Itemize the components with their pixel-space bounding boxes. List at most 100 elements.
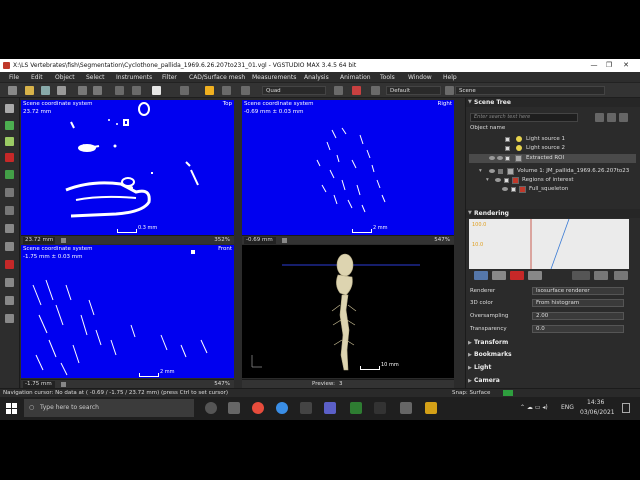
select-tool-icon[interactable] <box>115 86 124 95</box>
chrome-icon[interactable] <box>252 402 264 414</box>
photos-icon[interactable] <box>400 402 412 414</box>
preset-icon-1[interactable] <box>474 271 488 280</box>
transfer-function-graph[interactable]: 100.0 10.0 <box>469 219 629 269</box>
text-tool-icon[interactable] <box>5 296 14 305</box>
measure-tool-icon[interactable] <box>222 86 231 95</box>
tree-item-regions-of-interest[interactable]: ▾ Regions of interest <box>469 176 636 185</box>
menu-cad-surface-mesh[interactable]: CAD/Surface mesh <box>189 74 245 81</box>
slider-icon[interactable] <box>61 238 66 243</box>
viewport-right[interactable]: Scene coordinate system -0.69 mm ± 0.03 … <box>242 100 454 235</box>
edge-icon[interactable] <box>276 402 288 414</box>
task-view-icon[interactable] <box>228 402 240 414</box>
brush-tool-icon[interactable] <box>5 121 14 130</box>
menu-instruments[interactable]: Instruments <box>116 74 152 81</box>
visibility-checkbox[interactable] <box>505 137 510 142</box>
tree-item-volume-1[interactable]: ▾ Volume 1: JM_pallida_1969.6.26.207to23 <box>469 167 636 176</box>
menu-filter[interactable]: Filter <box>162 74 177 81</box>
menu-tools[interactable]: Tools <box>380 74 395 81</box>
redo-icon[interactable] <box>93 86 102 95</box>
navigate-tool-icon[interactable] <box>152 86 161 95</box>
polygon-tool-icon[interactable] <box>5 206 14 215</box>
file-explorer-icon[interactable] <box>425 402 437 414</box>
preset-icon-2[interactable] <box>492 271 506 280</box>
eye-icon[interactable] <box>495 178 501 182</box>
preview-value[interactable]: 3 <box>339 381 343 387</box>
filter-icon[interactable] <box>595 113 604 122</box>
visibility-checkbox[interactable] <box>505 146 510 151</box>
scene-tree-header[interactable]: ▼ Scene Tree <box>466 98 640 107</box>
visibility-checkbox[interactable] <box>505 156 510 161</box>
close-icon[interactable]: ✕ <box>620 61 632 70</box>
lock-icon[interactable] <box>489 156 495 160</box>
line-tool-icon[interactable] <box>5 278 14 287</box>
clock-date[interactable]: 03/06/2021 <box>580 409 615 416</box>
menu-file[interactable]: File <box>9 74 19 81</box>
expand-icon[interactable] <box>607 113 616 122</box>
tray-icons[interactable]: ⌃ ☁ ▭ ◂) <box>520 404 548 411</box>
section-light[interactable]: ▶ Light <box>466 363 640 373</box>
layout-select[interactable]: Quad <box>262 86 326 95</box>
cut-tool-icon[interactable] <box>5 260 14 269</box>
save-icon[interactable] <box>41 86 50 95</box>
rendering-header[interactable]: ▼ Rendering <box>466 209 640 218</box>
section-camera[interactable]: ▶ Camera <box>466 376 640 386</box>
slider-icon[interactable] <box>282 238 287 243</box>
preset-icon-4[interactable] <box>528 271 542 280</box>
erase-tool-icon[interactable] <box>5 153 14 162</box>
menu-animation[interactable]: Animation <box>340 74 371 81</box>
eye-icon[interactable] <box>502 187 508 191</box>
pan-tool-icon[interactable] <box>132 86 141 95</box>
slider-icon[interactable] <box>61 382 66 387</box>
language-indicator[interactable]: ENG <box>561 404 574 411</box>
settings-icon[interactable] <box>614 271 628 280</box>
reset-icon[interactable] <box>594 271 608 280</box>
oversampling-field[interactable]: 2.00 <box>532 312 624 320</box>
pen-app-icon[interactable] <box>300 402 312 414</box>
viewport-top[interactable]: Scene coordinate system 23.72 mm Top <box>21 100 234 235</box>
layout-icon[interactable] <box>241 86 250 95</box>
cursor-tool-icon[interactable] <box>5 104 14 113</box>
visibility-checkbox[interactable] <box>498 169 503 174</box>
section-bookmarks[interactable]: ▶ Bookmarks <box>466 350 640 360</box>
visibility-checkbox[interactable] <box>504 178 509 183</box>
warning-icon[interactable] <box>352 86 361 95</box>
fill-tool-icon[interactable] <box>5 170 14 179</box>
menu-window[interactable]: Window <box>408 74 432 81</box>
windows-start-icon[interactable] <box>6 403 17 414</box>
options-icon[interactable] <box>619 113 628 122</box>
histogram-icon[interactable] <box>572 271 590 280</box>
app-icon[interactable] <box>374 402 386 414</box>
restore-icon[interactable]: ❐ <box>603 61 615 70</box>
cortana-icon[interactable] <box>205 402 217 414</box>
favorites-star-icon[interactable] <box>205 86 214 95</box>
undo-icon[interactable] <box>78 86 87 95</box>
teams-icon[interactable] <box>324 402 336 414</box>
open-folder-icon[interactable] <box>25 86 34 95</box>
slice-position-field[interactable]: -0.69 mm <box>244 237 276 244</box>
preset-icon-3[interactable] <box>510 271 524 280</box>
print-icon[interactable] <box>57 86 66 95</box>
slice-position-field[interactable]: 23.72 mm <box>23 237 55 244</box>
new-file-icon[interactable] <box>8 86 17 95</box>
menu-select[interactable]: Select <box>86 74 105 81</box>
menu-analysis[interactable]: Analysis <box>304 74 329 81</box>
tree-item-extracted-roi[interactable]: Extracted ROI <box>469 154 636 163</box>
lasso-tool-icon[interactable] <box>5 188 14 197</box>
tree-item-light-source-1[interactable]: Light source 1 <box>469 135 636 144</box>
menu-edit[interactable]: Edit <box>31 74 43 81</box>
scene-icon[interactable] <box>445 86 454 95</box>
slice-position-field[interactable]: -1.75 mm <box>23 381 55 388</box>
curve-tool-icon[interactable] <box>5 314 14 323</box>
rectangle-tool-icon[interactable] <box>5 224 14 233</box>
transparency-field[interactable]: 0.0 <box>532 325 624 333</box>
scene-tree-search-input[interactable]: Enter search text here <box>470 113 578 122</box>
viewport-front[interactable]: Scene coordinate system -1.75 mm ± 0.03 … <box>21 245 234 378</box>
menu-measurements[interactable]: Measurements <box>252 74 296 81</box>
minimize-icon[interactable]: — <box>588 61 600 70</box>
scene-select[interactable]: Scene <box>455 86 605 95</box>
tree-item-light-source-2[interactable]: Light source 2 <box>469 144 636 153</box>
eye-icon[interactable] <box>497 156 503 160</box>
eye-icon[interactable] <box>489 169 495 173</box>
view-tool-icon[interactable] <box>180 86 189 95</box>
split-view-icon[interactable] <box>334 86 343 95</box>
